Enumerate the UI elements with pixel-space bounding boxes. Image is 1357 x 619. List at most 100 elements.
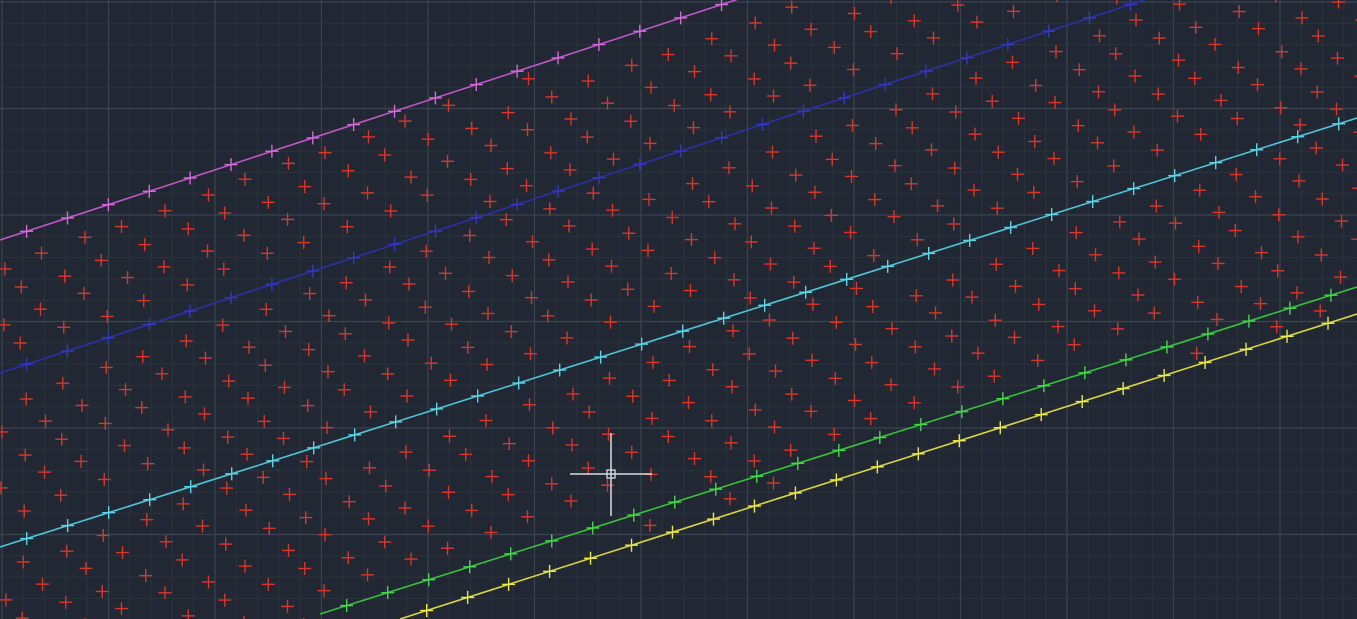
- point-cross-icon: [1274, 101, 1288, 115]
- drawing-viewport[interactable]: [0, 0, 1357, 619]
- point-cross-icon: [1007, 4, 1020, 18]
- vertex-cross-icon: [183, 304, 197, 318]
- point-cross-icon: [54, 488, 68, 502]
- point-cross-icon: [463, 228, 477, 242]
- vertex-cross-icon: [993, 421, 1007, 435]
- point-cross-icon: [465, 121, 479, 135]
- point-cross-icon: [602, 427, 615, 441]
- point-cross-icon: [75, 398, 89, 412]
- point-cross-icon: [321, 365, 335, 379]
- point-cross-icon: [543, 202, 557, 216]
- point-cross-icon: [723, 105, 737, 119]
- vertex-cross-icon: [914, 418, 928, 432]
- point-cross-icon: [137, 294, 151, 308]
- point-cross-icon: [464, 172, 478, 186]
- point-cross-icon: [907, 14, 921, 28]
- point-cross-icon: [904, 177, 918, 191]
- model-space-canvas[interactable]: [0, 0, 1357, 619]
- point-cross-icon: [1352, 187, 1357, 189]
- point-cross-icon: [727, 273, 741, 287]
- vertex-cross-icon: [183, 171, 197, 185]
- vertex-cross-icon: [635, 337, 649, 351]
- vertex-cross-icon: [633, 24, 647, 38]
- point-cross-icon: [1009, 279, 1022, 293]
- point-cross-icon: [1334, 270, 1347, 284]
- point-cross-icon: [1048, 96, 1062, 110]
- point-cross-icon: [581, 74, 595, 88]
- point-cross-icon: [1190, 346, 1204, 360]
- point-cross-icon: [1028, 134, 1042, 148]
- vertex-cross-icon: [919, 64, 933, 78]
- point-cross-icon: [15, 611, 29, 619]
- point-cross-icon: [764, 257, 777, 271]
- point-cross-icon: [399, 445, 413, 459]
- point-cross-icon: [586, 186, 600, 200]
- point-cross-icon: [1127, 125, 1141, 139]
- point-cross-icon: [824, 208, 838, 222]
- vertex-cross-icon: [665, 525, 679, 539]
- vertex-cross-icon: [1201, 327, 1215, 341]
- point-cross-icon: [485, 470, 499, 484]
- point-cross-icon: [262, 521, 276, 535]
- point-cross-icon: [1295, 11, 1309, 25]
- point-cross-icon: [989, 257, 1003, 271]
- point-cross-icon: [766, 145, 779, 159]
- vertex-cross-icon: [101, 198, 115, 212]
- point-cross-icon: [322, 309, 336, 323]
- point-cross-icon: [400, 389, 414, 403]
- point-cross-icon: [1335, 214, 1348, 228]
- point-cross-icon: [1006, 55, 1019, 69]
- vertex-cross-icon: [1042, 24, 1056, 38]
- point-cross-icon: [1012, 111, 1025, 125]
- point-cross-icon: [702, 195, 716, 209]
- point-cross-icon: [1273, 152, 1287, 166]
- vertex-cross-icon: [676, 324, 690, 338]
- point-cross-icon: [381, 367, 395, 381]
- point-cross-icon: [784, 56, 798, 70]
- point-cross-icon: [96, 528, 110, 542]
- point-cross-icon: [180, 278, 194, 292]
- vertex-cross-icon: [184, 480, 198, 494]
- point-cross-icon: [220, 481, 234, 495]
- point-cross-icon: [341, 551, 355, 565]
- point-cross-icon: [424, 356, 438, 370]
- vertex-cross-icon: [265, 144, 279, 158]
- vertex-cross-icon: [788, 486, 802, 500]
- point-cross-icon: [844, 225, 857, 239]
- point-cross-icon: [300, 455, 314, 469]
- point-cross-icon: [641, 243, 655, 257]
- point-cross-icon: [1314, 248, 1328, 262]
- point-cross-icon: [890, 47, 904, 61]
- point-cross-icon: [504, 325, 518, 339]
- point-cross-icon: [1109, 47, 1123, 61]
- vertex-cross-icon: [674, 144, 688, 158]
- vertex-cross-icon: [1242, 314, 1256, 328]
- point-cross-icon: [505, 269, 519, 283]
- point-cross-icon: [339, 276, 353, 290]
- point-cross-icon: [728, 217, 742, 231]
- vertex-cross-icon: [592, 38, 606, 52]
- point-cross-icon: [526, 235, 539, 249]
- point-cross-icon: [282, 543, 295, 557]
- vertex-cross-icon: [1291, 130, 1305, 144]
- vertex-cross-icon: [510, 197, 524, 211]
- point-cross-icon: [59, 595, 73, 609]
- point-cross-icon: [0, 481, 8, 495]
- point-cross-icon: [908, 340, 922, 354]
- point-cross-icon: [706, 363, 720, 377]
- point-cross-icon: [19, 392, 33, 406]
- vertex-cross-icon: [870, 460, 884, 474]
- point-cross-icon: [868, 193, 882, 207]
- point-cross-icon: [907, 396, 921, 410]
- point-cross-icon: [931, 199, 944, 213]
- point-cross-icon: [688, 65, 701, 79]
- point-cross-icon: [159, 535, 173, 549]
- point-cross-icon: [748, 403, 762, 417]
- point-cross-icon: [1330, 102, 1343, 116]
- point-cross-icon: [564, 112, 578, 126]
- point-cross-icon: [905, 121, 919, 135]
- vertex-cross-icon: [1116, 382, 1130, 396]
- point-cross-icon: [808, 185, 822, 199]
- vertex-cross-icon: [1198, 355, 1212, 369]
- vertex-cross-icon: [668, 495, 682, 509]
